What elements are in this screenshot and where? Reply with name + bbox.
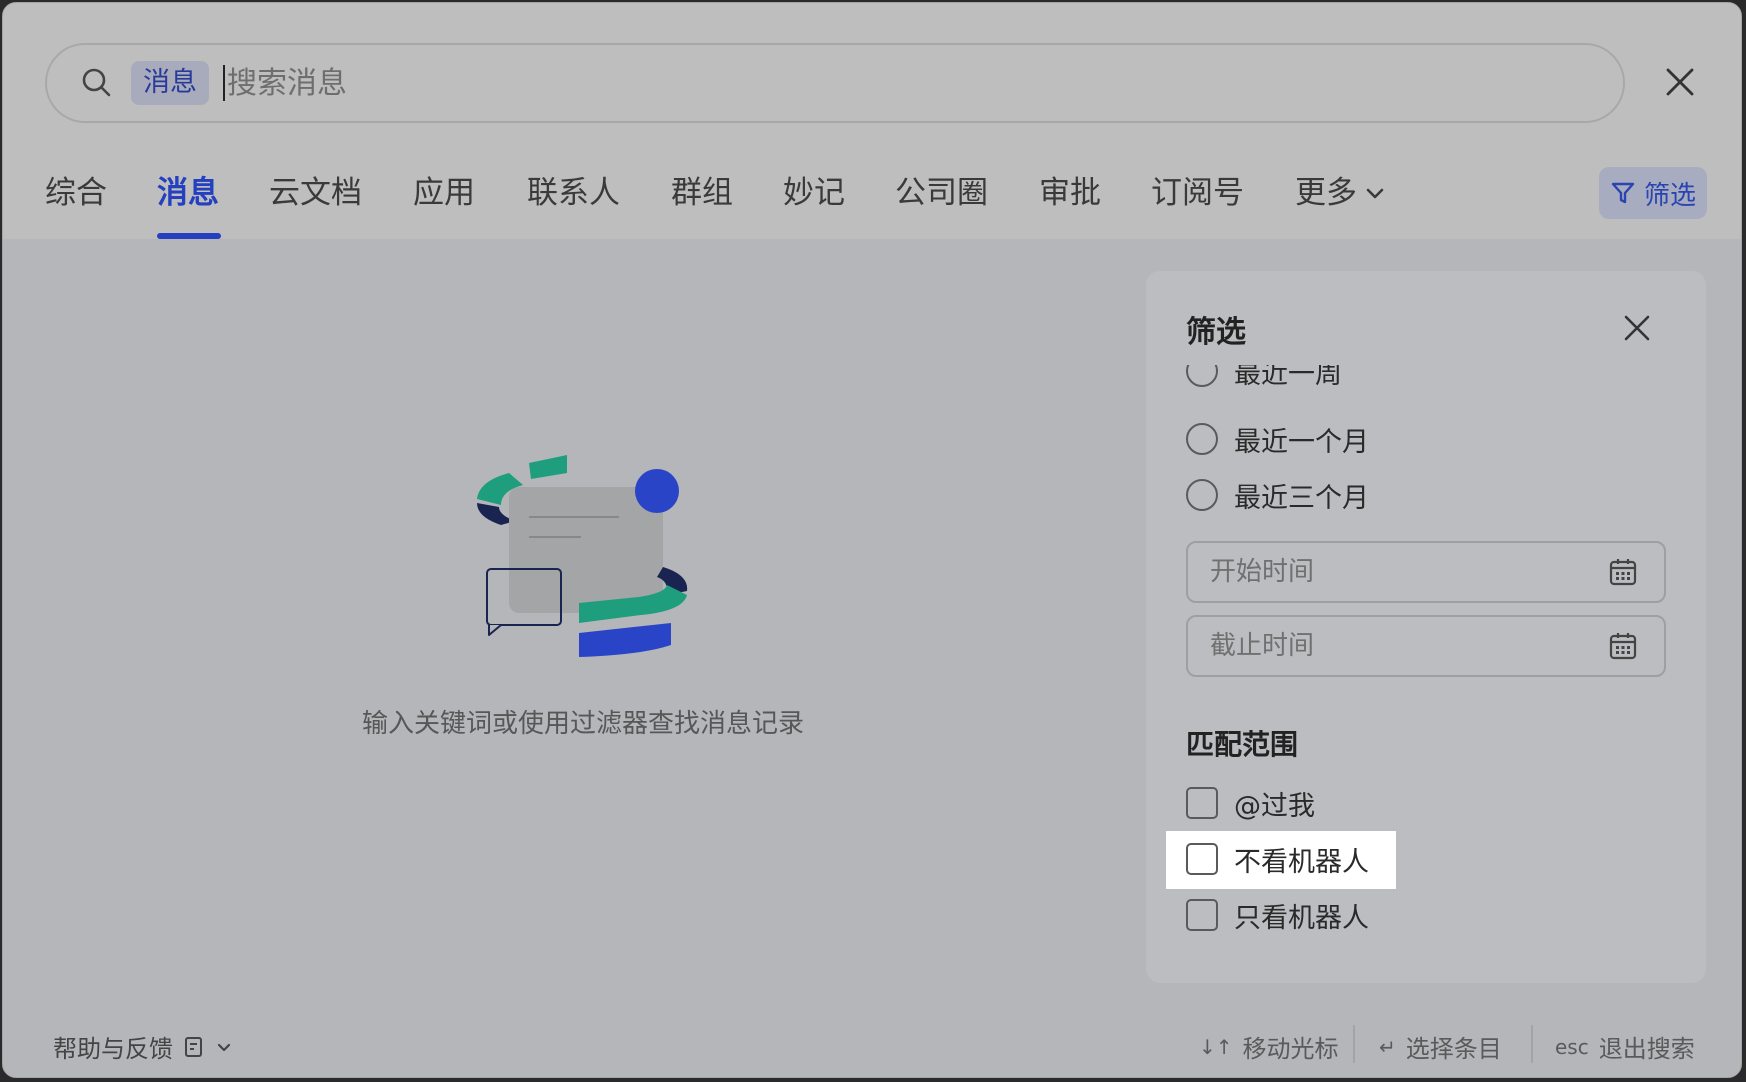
- empty-state-text: 输入关键词或使用过滤器查找消息记录: [361, 709, 804, 739]
- shortcut-exit-search: esc 退出搜索: [1555, 1029, 1695, 1064]
- end-date-field[interactable]: [1186, 615, 1666, 677]
- checkbox-mentioned-me[interactable]: @过我: [1186, 783, 1315, 823]
- radio-last-week[interactable]: 最近一周: [1186, 365, 1342, 391]
- tab-subscriptions[interactable]: 订阅号: [1151, 173, 1244, 213]
- close-icon[interactable]: [1622, 313, 1652, 343]
- calendar-icon[interactable]: [1608, 557, 1638, 587]
- filter-button-label: 筛选: [1643, 180, 1696, 211]
- chevron-down-icon: [1366, 188, 1384, 199]
- footer-divider: [1531, 1025, 1533, 1063]
- radio-last-month[interactable]: 最近一个月: [1186, 419, 1369, 459]
- tab-bar: 综合 消息 云文档 应用 联系人 群组 妙记 公司圈 审批 订阅号 更多: [3, 163, 1741, 239]
- tab-approval[interactable]: 审批: [1039, 173, 1101, 213]
- radio-last-three-months[interactable]: 最近三个月: [1186, 475, 1369, 515]
- checkbox-exclude-bots[interactable]: 不看机器人: [1186, 839, 1369, 879]
- calendar-icon[interactable]: [1608, 631, 1638, 661]
- chevron-down-icon: [217, 1043, 231, 1051]
- match-scope-title: 匹配范围: [1186, 728, 1299, 761]
- radio-button[interactable]: [1186, 423, 1218, 455]
- checkbox[interactable]: [1186, 787, 1218, 819]
- message-illustration: [477, 455, 688, 657]
- search-icon: [82, 68, 111, 97]
- checkbox-only-bots[interactable]: 只看机器人: [1186, 895, 1369, 935]
- enter-key-icon: ↵: [1379, 1034, 1396, 1059]
- text-cursor: [223, 65, 225, 101]
- funnel-icon: [1611, 182, 1635, 204]
- search-input[interactable]: [227, 53, 1527, 113]
- end-date-input[interactable]: [1210, 625, 1590, 667]
- checkbox-label: 只看机器人: [1234, 902, 1369, 934]
- shortcut-label: 移动光标: [1242, 1035, 1339, 1063]
- tab-apps[interactable]: 应用: [413, 173, 475, 213]
- shortcut-label: 选择条目: [1405, 1035, 1502, 1063]
- checkbox[interactable]: [1186, 843, 1218, 875]
- tab-moments[interactable]: 公司圈: [895, 173, 988, 213]
- filter-panel: 筛选 最近一周 最近一个月 最近三个月 开始时间 截止时间 匹配范围 @过我 不…: [1146, 271, 1706, 983]
- esc-key-label: esc: [1555, 1034, 1589, 1059]
- tab-cloud-docs[interactable]: 云文档: [269, 173, 362, 213]
- feedback-icon: [185, 1036, 202, 1057]
- shortcut-select-item: ↵ 选择条目: [1379, 1029, 1502, 1064]
- active-tab-indicator: [157, 233, 221, 239]
- filter-panel-title: 筛选: [1186, 315, 1246, 350]
- checkbox[interactable]: [1186, 899, 1218, 931]
- start-date-input[interactable]: [1210, 551, 1590, 593]
- shortcut-label: 退出搜索: [1598, 1035, 1695, 1063]
- tab-more-label: 更多: [1295, 175, 1357, 211]
- help-feedback-button[interactable]: 帮助与反馈: [53, 1029, 233, 1064]
- tab-groups[interactable]: 群组: [671, 173, 733, 213]
- checkbox-label: 不看机器人: [1234, 846, 1369, 878]
- tab-messages[interactable]: 消息: [157, 173, 219, 213]
- footer-divider: [1353, 1025, 1355, 1063]
- radio-label: 最近一周: [1234, 365, 1342, 390]
- search-scope-tag[interactable]: 消息: [131, 61, 209, 105]
- tab-minutes[interactable]: 妙记: [783, 173, 845, 213]
- tab-contacts[interactable]: 联系人: [527, 173, 620, 213]
- radio-label: 最近一个月: [1234, 426, 1369, 458]
- tab-general[interactable]: 综合: [45, 173, 107, 213]
- checkbox-label: @过我: [1234, 790, 1315, 822]
- radio-label: 最近三个月: [1234, 482, 1369, 514]
- radio-button[interactable]: [1186, 365, 1218, 387]
- shortcut-move-cursor: ↓↑ 移动光标: [1199, 1029, 1339, 1064]
- arrow-keys-icon: ↓↑: [1199, 1034, 1233, 1059]
- filter-button[interactable]: 筛选: [1599, 167, 1707, 219]
- close-icon[interactable]: [1663, 65, 1697, 99]
- help-feedback-label: 帮助与反馈: [53, 1035, 173, 1063]
- search-bar[interactable]: 消息: [45, 43, 1625, 123]
- tab-more[interactable]: 更多: [1295, 173, 1387, 213]
- radio-button[interactable]: [1186, 479, 1218, 511]
- search-window: 消息 综合 消息 云文档 应用 联系人 群组 妙记 公司圈 审批 订阅号 更多 …: [2, 2, 1742, 1078]
- start-date-field[interactable]: [1186, 541, 1666, 603]
